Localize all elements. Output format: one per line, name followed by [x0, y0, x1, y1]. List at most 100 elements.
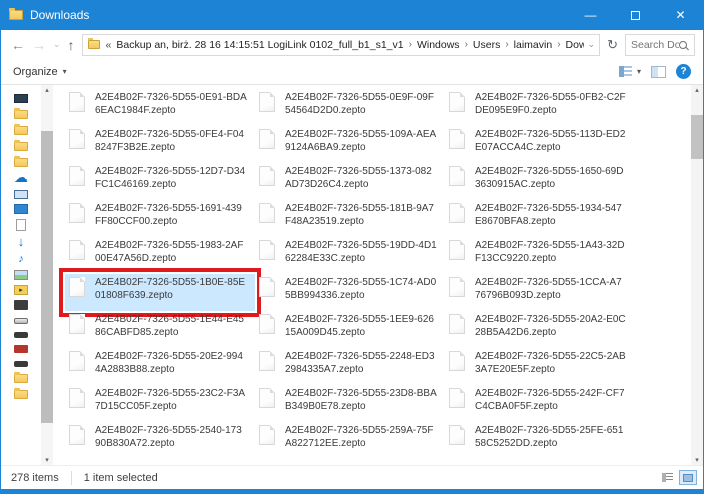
music-icon[interactable]: ♪	[14, 253, 28, 265]
refresh-button[interactable]: ↻	[607, 37, 618, 53]
documents-icon[interactable]	[16, 219, 26, 231]
breadcrumb-separator-icon[interactable]: ›	[557, 39, 560, 50]
file-tile[interactable]: A2E4B02F-7326-5D55-2540-17390B830A72.zep…	[65, 422, 255, 459]
videos-icon[interactable]: ▸	[14, 285, 28, 295]
file-tile[interactable]: A2E4B02F-7326-5D55-19DD-4D162284E33C.zep…	[255, 237, 445, 274]
drive-icon[interactable]	[14, 318, 28, 324]
address-dropdown-icon[interactable]: ⌄	[588, 39, 596, 50]
folder-icon[interactable]	[14, 390, 28, 399]
scroll-up-icon[interactable]: ▴	[41, 86, 53, 94]
file-tile[interactable]: A2E4B02F-7326-5D55-0FE4-F048247F3B2E.zep…	[65, 126, 255, 163]
file-tile[interactable]: A2E4B02F-7326-5D55-20A2-E0C28B5A42D6.zep…	[445, 311, 635, 348]
breadcrumb-segment[interactable]: Users ›	[473, 39, 514, 51]
file-tile[interactable]: A2E4B02F-7326-5D55-2248-ED32984335A7.zep…	[255, 348, 445, 385]
drive-dark-icon[interactable]	[14, 332, 28, 338]
file-tile[interactable]: A2E4B02F-7326-5D55-1983-2AF00E47A56D.zep…	[65, 237, 255, 274]
search-icon[interactable]	[679, 41, 687, 49]
sidebar-scrollbar-thumb[interactable]	[41, 131, 53, 423]
address-bar[interactable]: « Backup an, birż. 28 16 14:15:51 LogiLi…	[82, 34, 601, 56]
file-tile[interactable]: A2E4B02F-7326-5D55-1E44-E4586CABFD85.zep…	[65, 311, 255, 348]
folder-icon[interactable]	[14, 142, 28, 151]
breadcrumb-label[interactable]: Downloads	[566, 39, 584, 51]
file-tile[interactable]: A2E4B02F-7326-5D55-0FB2-C2FDE095E9F0.zep…	[445, 89, 635, 126]
drive-dark-icon[interactable]	[14, 361, 28, 367]
file-tile[interactable]: A2E4B02F-7326-5D55-1CCA-A776796B093D.zep…	[445, 274, 635, 311]
pictures-icon[interactable]	[14, 270, 28, 280]
breadcrumb-segment[interactable]: laimavin ›	[514, 39, 566, 51]
desktop-icon[interactable]	[14, 204, 28, 214]
scrollbar-thumb[interactable]	[691, 115, 703, 159]
file-tile[interactable]: A2E4B02F-7326-5D55-1650-69D3630915AC.zep…	[445, 163, 635, 200]
file-tile[interactable]: A2E4B02F-7326-5D55-23D8-BBAB349B0E78.zep…	[255, 385, 445, 422]
search-input[interactable]	[631, 39, 679, 51]
preview-pane-button[interactable]	[651, 66, 666, 78]
folder-icon[interactable]	[14, 374, 28, 383]
file-tile[interactable]: A2E4B02F-7326-5D55-1373-082AD73D26C4.zep…	[255, 163, 445, 200]
downloads-icon[interactable]: ↓	[14, 236, 28, 248]
recent-locations-button[interactable]: ⌄	[53, 40, 61, 49]
file-tile[interactable]: A2E4B02F-7326-5D55-1B0E-85E01808F639.zep…	[65, 274, 255, 311]
file-tile[interactable]: A2E4B02F-7326-5D55-113D-ED2E07ACCA4C.zep…	[445, 126, 635, 163]
monitor-dark-icon[interactable]	[14, 94, 28, 103]
thumbnails-view-button[interactable]	[679, 470, 697, 485]
breadcrumb-separator-icon[interactable]: ›	[465, 39, 468, 50]
file-tile[interactable]: A2E4B02F-7326-5D55-109A-AEA9124A6BA9.zep…	[255, 126, 445, 163]
folder-icon[interactable]	[14, 126, 28, 135]
file-name: A2E4B02F-7326-5D55-1CCA-A776796B093D.zep…	[475, 276, 627, 302]
sidebar-scrollbar[interactable]: ▴ ▾	[41, 85, 53, 465]
minimize-button[interactable]: —	[568, 0, 613, 30]
organize-button[interactable]: Organize ▾	[13, 66, 67, 78]
usb-red-icon[interactable]	[14, 345, 28, 353]
collapsed-crumbs-indicator[interactable]: «	[106, 39, 112, 51]
file-name: A2E4B02F-7326-5D55-0E9F-09F54564D2D0.zep…	[285, 91, 437, 117]
scroll-down-icon[interactable]: ▾	[691, 456, 703, 464]
scroll-up-icon[interactable]: ▴	[691, 86, 703, 94]
file-tile[interactable]: A2E4B02F-7326-5D55-242F-CF7C4CBA0F5F.zep…	[445, 385, 635, 422]
breadcrumb-label[interactable]: Windows	[417, 39, 460, 51]
change-view-button[interactable]: ▾	[619, 66, 641, 77]
file-tile[interactable]: A2E4B02F-7326-5D55-25FE-65158C5252DD.zep…	[445, 422, 635, 459]
breadcrumb-segment[interactable]: Backup an, birż. 28 16 14:15:51 LogiLink…	[116, 39, 417, 51]
file-tile[interactable]: A2E4B02F-7326-5D55-1A43-32DF13CC9220.zep…	[445, 237, 635, 274]
file-tile[interactable]: A2E4B02F-7326-5D55-259A-75FA822712EE.zep…	[255, 422, 445, 459]
file-icon	[69, 351, 85, 371]
file-tile[interactable]: A2E4B02F-7326-5D55-1934-547E8670BFA8.zep…	[445, 200, 635, 237]
command-toolbar: Organize ▾ ▾ ?	[1, 59, 703, 85]
breadcrumb-label[interactable]: Backup an, birż. 28 16 14:15:51 LogiLink…	[116, 39, 403, 51]
back-button[interactable]: ←	[11, 38, 25, 52]
help-button[interactable]: ?	[676, 64, 691, 79]
details-view-button[interactable]	[658, 470, 676, 485]
breadcrumb-separator-icon[interactable]: ›	[409, 39, 412, 50]
breadcrumb-separator-icon[interactable]: ›	[505, 39, 508, 50]
breadcrumb-label[interactable]: Users	[473, 39, 500, 51]
close-button[interactable]: ✕	[658, 0, 703, 30]
file-tile[interactable]: A2E4B02F-7326-5D55-23C2-F3A7D15CC05F.zep…	[65, 385, 255, 422]
file-icon	[69, 388, 85, 408]
explorer-window: Downloads — ✕ ← → ⌄ ↑ « Backup an, birż.…	[0, 0, 704, 494]
file-tile[interactable]: A2E4B02F-7326-5D55-181B-9A7F48A23519.zep…	[255, 200, 445, 237]
scroll-down-icon[interactable]: ▾	[41, 456, 53, 464]
file-tile[interactable]: A2E4B02F-7326-5D55-1691-439FF80CCF00.zep…	[65, 200, 255, 237]
file-tile[interactable]: A2E4B02F-7326-5D55-20E2-9944A2883B88.zep…	[65, 348, 255, 385]
folder-icon[interactable]	[14, 110, 28, 119]
breadcrumb-segment[interactable]: Windows ›	[417, 39, 473, 51]
file-tile[interactable]: A2E4B02F-7326-5D55-1EE9-62615A009D45.zep…	[255, 311, 445, 348]
vertical-scrollbar[interactable]: ▴ ▾	[691, 85, 703, 465]
file-tile[interactable]: A2E4B02F-7326-5D55-22C5-2AB3A7E20E5F.zep…	[445, 348, 635, 385]
selection-count: 1 item selected	[84, 472, 158, 484]
file-tile[interactable]: A2E4B02F-7326-5D55-12D7-D34FC1C46169.zep…	[65, 163, 255, 200]
file-name: A2E4B02F-7326-5D55-0FB2-C2FDE095E9F0.zep…	[475, 91, 627, 117]
breadcrumb-label[interactable]: laimavin	[514, 39, 553, 51]
onedrive-icon[interactable]: ☁	[14, 172, 28, 184]
file-name: A2E4B02F-7326-5D55-22C5-2AB3A7E20E5F.zep…	[475, 350, 627, 376]
folder-icon[interactable]	[14, 158, 28, 167]
maximize-button[interactable]	[613, 0, 658, 30]
file-tile[interactable]: A2E4B02F-7326-5D55-0E91-BDA6EAC1984F.zep…	[65, 89, 255, 126]
file-tile[interactable]: A2E4B02F-7326-5D55-0E9F-09F54564D2D0.zep…	[255, 89, 445, 126]
breadcrumb-segment[interactable]: Downloads ›	[566, 39, 584, 51]
file-tile[interactable]: A2E4B02F-7326-5D55-1C74-AD05BB994336.zep…	[255, 274, 445, 311]
thispc-icon[interactable]	[14, 190, 28, 199]
search-box[interactable]	[625, 34, 695, 56]
app-dark-icon[interactable]	[14, 300, 28, 310]
up-button[interactable]: ↑	[68, 38, 75, 52]
